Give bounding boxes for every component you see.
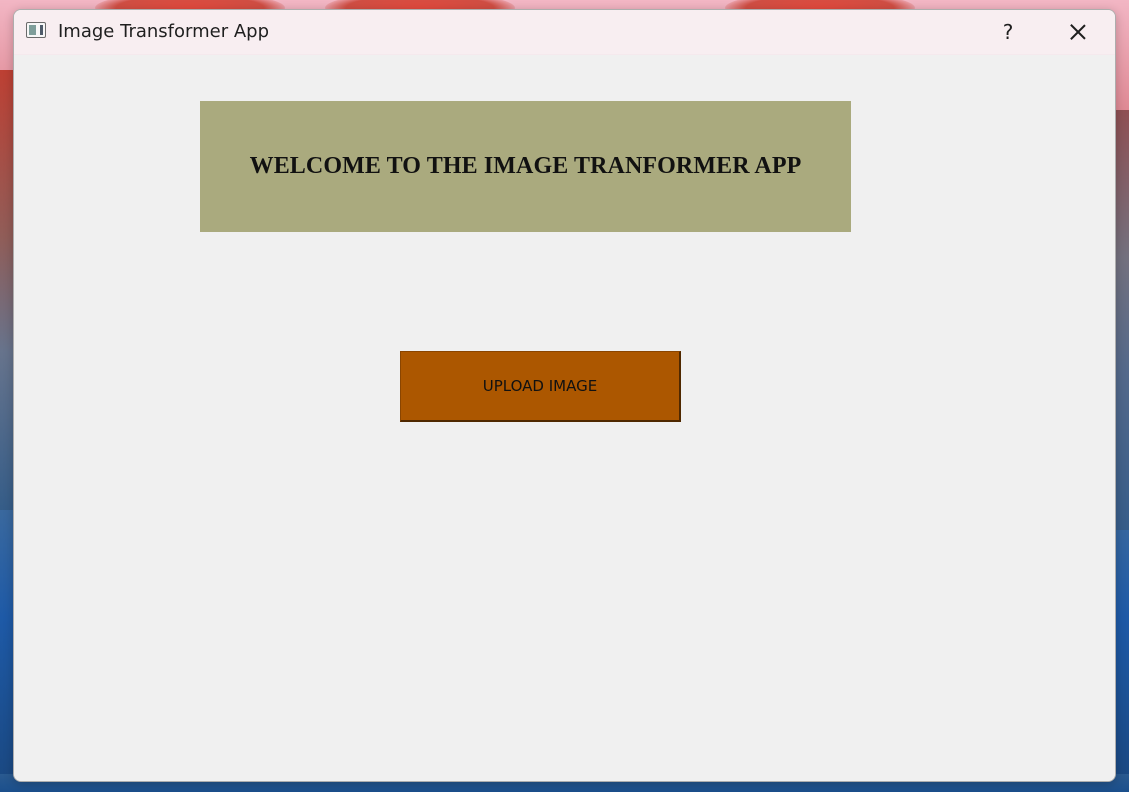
welcome-text: WELCOME TO THE IMAGE TRANFORMER APP [249, 153, 802, 179]
window-titlebar[interactable]: Image Transformer App ? [14, 10, 1115, 55]
window-title: Image Transformer App [58, 21, 269, 42]
help-button[interactable]: ? [982, 10, 1034, 54]
help-icon: ? [1002, 20, 1014, 44]
close-button[interactable] [1052, 10, 1104, 54]
main-content: WELCOME TO THE IMAGE TRANFORMER APP UPLO… [14, 55, 1115, 781]
upload-image-button[interactable]: UPLOAD IMAGE [400, 351, 681, 422]
app-window: Image Transformer App ? WELCOME TO THE I… [13, 9, 1116, 782]
welcome-banner: WELCOME TO THE IMAGE TRANFORMER APP [200, 101, 851, 232]
close-icon [1069, 23, 1087, 41]
window-app-icon [26, 22, 46, 38]
